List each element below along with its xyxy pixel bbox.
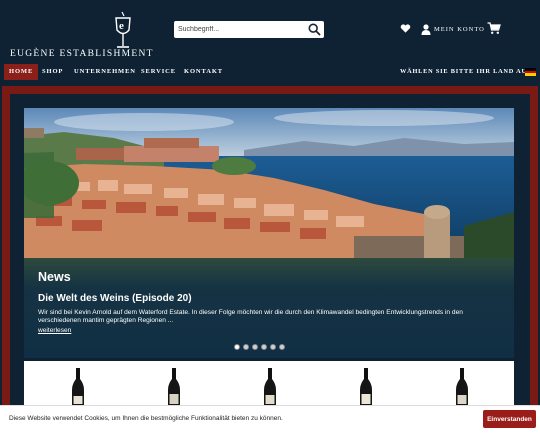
wine-bottle-image[interactable] bbox=[356, 368, 376, 408]
nav-item-home[interactable]: Home bbox=[4, 64, 39, 80]
account-label: Mein Konto bbox=[434, 25, 485, 33]
user-icon bbox=[421, 23, 431, 35]
slider-dot[interactable] bbox=[234, 344, 240, 350]
wine-glass-e-logo[interactable]: e bbox=[112, 10, 134, 50]
header: e Eugène Establishment Mein Konto bbox=[0, 0, 540, 64]
search-box bbox=[174, 21, 324, 38]
cookie-banner: Diese Website verwendet Cookies, um Ihne… bbox=[0, 405, 540, 433]
wine-bottle-image[interactable] bbox=[164, 368, 184, 408]
slider-dot[interactable] bbox=[270, 344, 276, 350]
slider-dot[interactable] bbox=[261, 344, 267, 350]
slider-dot[interactable] bbox=[252, 344, 258, 350]
nav-item-unternehmen[interactable]: Unternehmen bbox=[74, 64, 136, 80]
cart-icon[interactable] bbox=[487, 22, 501, 35]
wine-bottle-image[interactable] bbox=[260, 368, 280, 408]
wine-bottle-image[interactable] bbox=[68, 368, 88, 408]
news-teaser: Wir sind bei Kevin Arnold auf dem Waterf… bbox=[38, 309, 463, 324]
country-label: Wählen Sie bitte Ihr Land aus bbox=[400, 68, 532, 75]
news-section-title: News bbox=[38, 270, 71, 284]
news-heading[interactable]: Die Welt des Weins (Episode 20) bbox=[38, 293, 192, 304]
nav-label: Service bbox=[141, 68, 176, 75]
read-more-link[interactable]: weiterlesen bbox=[38, 327, 71, 334]
accept-cookies-button[interactable]: Einverstanden bbox=[483, 410, 536, 428]
main-nav: Home Shop Unternehmen Service Kontakt Wä… bbox=[0, 64, 540, 80]
heart-icon[interactable] bbox=[400, 23, 411, 34]
germany-flag-icon[interactable] bbox=[525, 68, 536, 76]
search-icon[interactable] bbox=[308, 23, 321, 36]
account-link[interactable]: Mein Konto bbox=[421, 22, 485, 36]
search-input[interactable] bbox=[174, 21, 300, 38]
nav-item-shop[interactable]: Shop bbox=[42, 64, 63, 80]
country-selector[interactable]: Wählen Sie bitte Ihr Land aus bbox=[400, 64, 531, 80]
nav-item-service[interactable]: Service bbox=[141, 64, 176, 80]
nav-label: Unternehmen bbox=[74, 68, 136, 75]
svg-text:e: e bbox=[119, 20, 124, 32]
product-strip bbox=[24, 361, 514, 408]
nav-item-kontakt[interactable]: Kontakt bbox=[184, 64, 223, 80]
wine-bottle-image[interactable] bbox=[452, 368, 472, 408]
nav-label: Home bbox=[9, 68, 34, 75]
cookie-notice-text: Diese Website verwendet Cookies, um Ihne… bbox=[9, 415, 283, 422]
news-slider[interactable]: News Die Welt des Weins (Episode 20) Wir… bbox=[24, 108, 514, 358]
nav-label: Shop bbox=[42, 68, 64, 75]
slider-dot[interactable] bbox=[243, 344, 249, 350]
nav-label: Kontakt bbox=[184, 68, 224, 75]
slider-dot[interactable] bbox=[279, 344, 285, 350]
slider-dots bbox=[234, 344, 285, 350]
brand-name[interactable]: Eugène Establishment bbox=[10, 49, 154, 59]
